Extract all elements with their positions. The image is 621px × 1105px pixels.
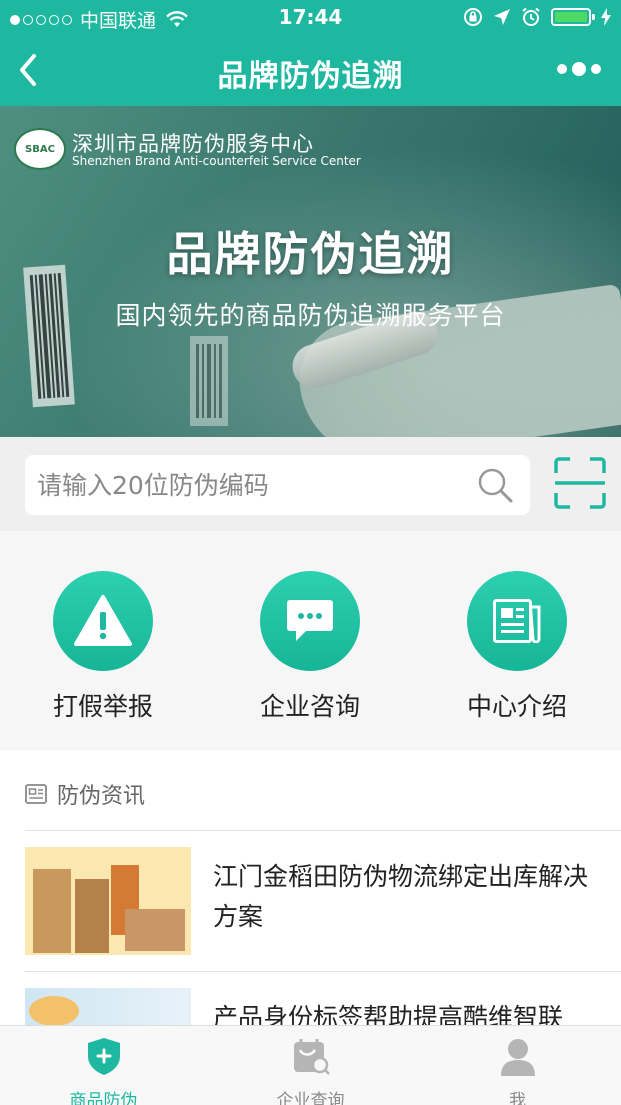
top-bar: 中国联通 17:44 品牌防伪追溯 (0, 0, 621, 106)
search-icon[interactable] (476, 466, 514, 504)
tab-label: 我 (509, 1091, 526, 1105)
orientation-lock-icon (464, 8, 482, 26)
hero-banner: SBAC 深圳市品牌防伪服务中心 Shenzhen Brand Anti-cou… (0, 106, 621, 437)
status-bar: 中国联通 17:44 (0, 0, 621, 36)
tab-enterprise-search[interactable]: 企业查询 (207, 1026, 414, 1105)
warning-icon (53, 571, 153, 671)
divider (25, 971, 621, 972)
battery-icon (551, 8, 595, 26)
charging-icon (601, 8, 611, 26)
news-title: 江门金稻田防伪物流绑定出库解决方案 (213, 862, 589, 931)
alarm-icon (522, 7, 540, 26)
chat-icon (260, 571, 360, 671)
action-label: 中心介绍 (466, 692, 567, 721)
tab-label: 企业查询 (276, 1091, 345, 1105)
scan-button[interactable] (554, 457, 606, 509)
news-list-icon (25, 784, 47, 804)
news-thumbnail (25, 847, 191, 955)
tab-label: 商品防伪 (69, 1091, 138, 1105)
tab-me[interactable]: 我 (414, 1026, 621, 1105)
banner-title: 品牌防伪追溯 (166, 227, 455, 281)
search-section (0, 437, 621, 531)
tab-product-anticounterfeit[interactable]: 商品防伪 (0, 1026, 207, 1105)
quick-actions: 打假举报 企业咨询 中心介绍 (0, 531, 621, 749)
report-counterfeit-button[interactable]: 打假举报 (28, 571, 178, 723)
action-label: 打假举报 (52, 692, 153, 721)
location-icon (494, 9, 510, 25)
search-box (25, 455, 530, 515)
newspaper-icon (467, 571, 567, 671)
news-section: 防伪资讯 江门金稻田防伪物流绑定出库解决方案 产品身份标签帮助提高酷维智联 (0, 750, 621, 1096)
banner-subtitle: 国内领先的商品防伪追溯服务平台 (115, 301, 506, 330)
divider (25, 830, 621, 831)
enterprise-search-icon (293, 1039, 330, 1075)
more-options-button[interactable] (557, 62, 601, 76)
action-label: 企业咨询 (259, 692, 360, 721)
search-input[interactable] (37, 455, 467, 515)
navigation-bar: 品牌防伪追溯 (0, 36, 621, 106)
news-header-label: 防伪资讯 (57, 784, 146, 809)
news-item[interactable]: 江门金稻田防伪物流绑定出库解决方案 (25, 847, 621, 957)
sbac-logo: SBAC (14, 128, 66, 170)
shield-icon (87, 1038, 120, 1075)
tab-bar: 商品防伪 企业查询 我 (0, 1025, 621, 1105)
center-name-en: Shenzhen Brand Anti-counterfeit Service … (72, 154, 361, 168)
page-title: 品牌防伪追溯 (217, 59, 404, 94)
news-header: 防伪资讯 (25, 778, 145, 810)
center-intro-button[interactable]: 中心介绍 (442, 571, 592, 723)
status-right (463, 7, 611, 27)
enterprise-consult-button[interactable]: 企业咨询 (235, 571, 385, 723)
user-icon (500, 1039, 535, 1076)
